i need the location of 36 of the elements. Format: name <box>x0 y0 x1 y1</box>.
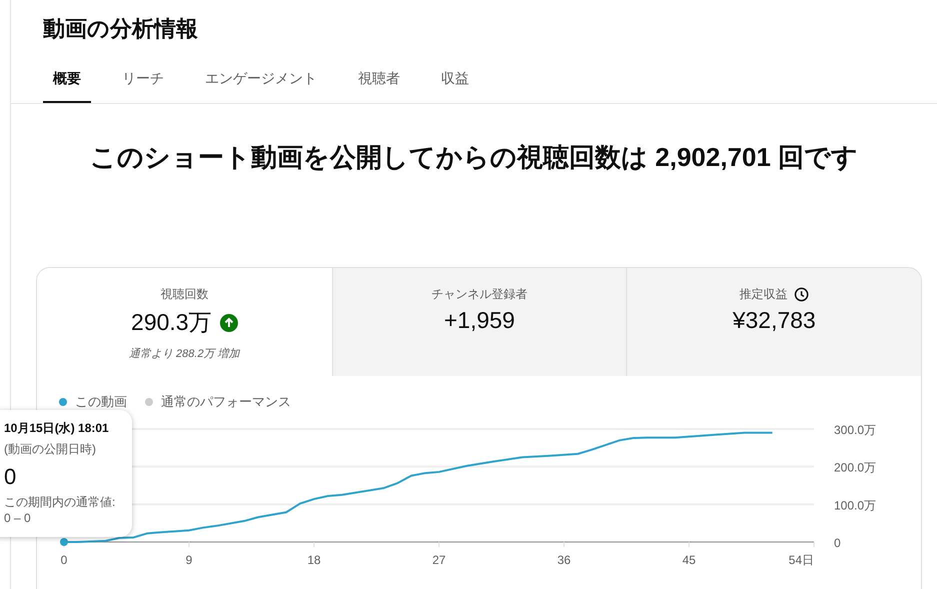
metric-label: 視聴回数 <box>160 286 208 303</box>
tab[interactable]: エンゲージメント <box>195 60 327 103</box>
tooltip-value: 0 <box>4 464 18 490</box>
tooltip-range-label: この期間内の通常値: <box>4 494 116 511</box>
metric-label: 推定収益 <box>740 286 788 303</box>
x-tick-label: 9 <box>186 553 192 567</box>
x-tick-label: 36 <box>557 553 571 567</box>
y-tick-label: 300.0万 <box>834 423 876 437</box>
tooltip-note: (動画の公開日時) <box>4 441 97 458</box>
metric-tab[interactable]: 推定収益 ¥32,783 <box>626 268 921 376</box>
x-tick-label: 18 <box>307 553 321 567</box>
y-tick-label: 200.0万 <box>834 460 876 475</box>
y-tick-label: 100.0万 <box>834 498 876 512</box>
metric-value: +1,959 <box>444 307 515 334</box>
metric-value: 290.3万 <box>131 308 212 337</box>
tooltip-range: 0 – 0 <box>4 511 32 525</box>
tooltip-date: 10月15日(水) 18:01 <box>4 420 110 437</box>
clock-icon[interactable] <box>794 287 809 302</box>
data-point[interactable] <box>60 538 68 546</box>
metric-label: チャンネル登録者 <box>431 286 528 303</box>
legend-label: この動画 <box>75 393 127 411</box>
tab[interactable]: 収益 <box>431 60 479 103</box>
page-title: 動画の分析情報 <box>42 15 199 43</box>
legend-label: 通常のパフォーマンス <box>161 393 291 411</box>
x-tick-label: 0 <box>60 553 68 567</box>
headline: このショート動画を公開してからの視聴回数は 2,902,701 回です <box>88 141 860 174</box>
x-tick-label: 27 <box>432 553 446 567</box>
y-tick-label: 0 <box>834 536 841 550</box>
x-tick-label: 54日 <box>788 553 814 567</box>
tab[interactable]: 概要 <box>43 60 91 103</box>
tab[interactable]: リーチ <box>112 60 174 103</box>
tab[interactable]: 視聴者 <box>348 60 410 103</box>
metric-tab[interactable]: チャンネル登録者 +1,959 <box>332 268 626 376</box>
metric-value: ¥32,783 <box>732 307 816 334</box>
x-tick-label: 45 <box>682 553 696 567</box>
metric-note: 通常より 288.2万 増加 <box>129 346 240 361</box>
